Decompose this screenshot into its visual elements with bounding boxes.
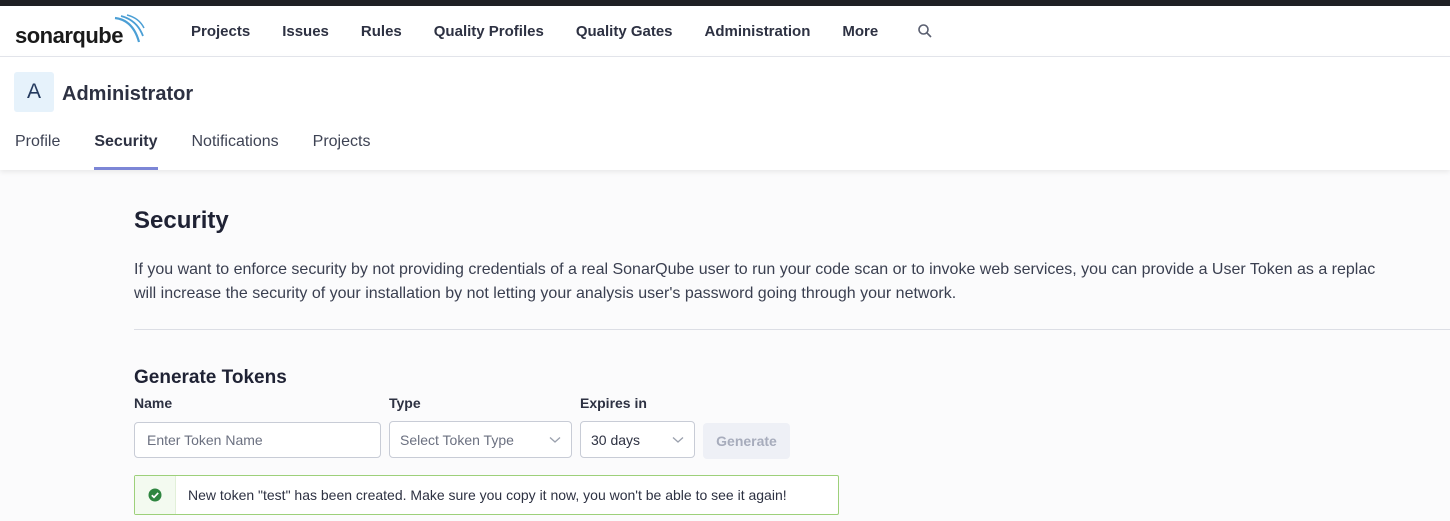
account-tabs: Profile Security Notifications Projects (15, 129, 404, 170)
token-expiry-value: 30 days (591, 431, 641, 448)
nav-more[interactable]: More (842, 23, 878, 40)
nav-issues[interactable]: Issues (282, 23, 329, 40)
page-title: Security (134, 207, 229, 234)
generate-tokens-title: Generate Tokens (134, 366, 287, 388)
token-expires-label: Expires in (580, 395, 647, 411)
nav-rules[interactable]: Rules (361, 23, 402, 40)
logo-wordmark: sonarqube (15, 23, 123, 48)
tab-notifications[interactable]: Notifications (192, 129, 279, 166)
success-alert: New token "test" has been created. Make … (134, 475, 839, 515)
avatar-letter: A (26, 80, 41, 103)
chevron-down-icon (549, 436, 561, 443)
alert-icon-box (135, 476, 176, 514)
nav-quality-gates[interactable]: Quality Gates (576, 23, 673, 40)
tab-profile[interactable]: Profile (15, 129, 60, 166)
token-name-input[interactable] (134, 422, 381, 458)
nav-projects[interactable]: Projects (191, 23, 250, 40)
security-description: If you want to enforce security by not p… (134, 258, 1450, 306)
token-type-select[interactable]: Select Token Type (389, 421, 572, 458)
nav-quality-profiles[interactable]: Quality Profiles (434, 23, 544, 40)
token-type-label: Type (389, 395, 421, 411)
nav-administration[interactable]: Administration (705, 23, 811, 40)
token-type-value: Select Token Type (400, 431, 514, 448)
logo-waves-icon (114, 14, 145, 43)
description-line-1: If you want to enforce security by not p… (134, 261, 1376, 278)
global-navbar: sonarqube Projects Issues Rules Quality … (0, 6, 1450, 57)
alert-message: New token "test" has been created. Make … (188, 487, 787, 503)
tab-security[interactable]: Security (94, 129, 158, 170)
search-icon[interactable] (917, 23, 933, 44)
generate-button[interactable]: Generate (703, 423, 790, 459)
token-expiry-select[interactable]: 30 days (580, 421, 695, 458)
check-circle-icon (148, 488, 162, 502)
token-name-label: Name (134, 395, 173, 411)
description-line-2: will increase the security of your insta… (134, 285, 957, 302)
avatar: A (14, 72, 54, 112)
tab-projects[interactable]: Projects (313, 129, 371, 166)
main-nav: Projects Issues Rules Quality Profiles Q… (191, 6, 910, 56)
chevron-down-icon (672, 436, 684, 443)
section-divider (134, 329, 1450, 330)
account-name: Administrator (62, 83, 194, 105)
account-header: A Administrator Profile Security Notific… (0, 57, 1450, 170)
